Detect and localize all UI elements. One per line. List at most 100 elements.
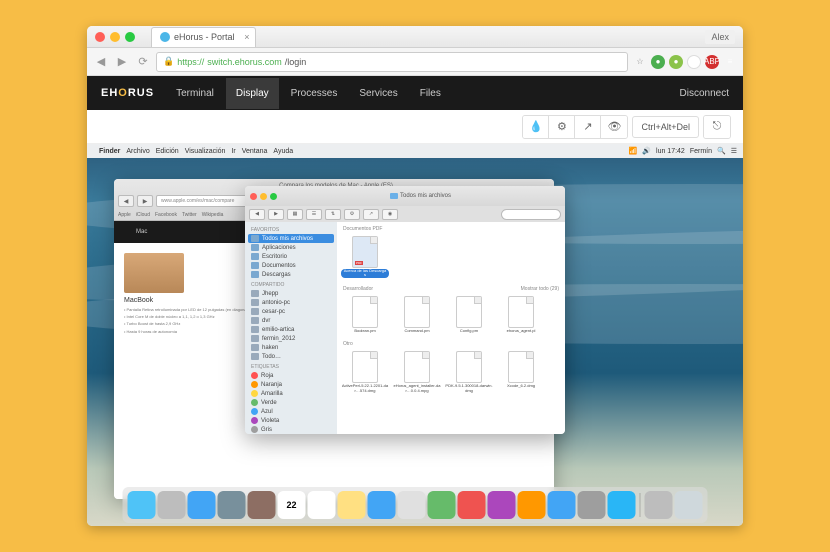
nav-files[interactable]: Files <box>410 78 451 109</box>
share-button[interactable]: ↗ <box>575 116 601 138</box>
sidebar-tag[interactable]: Roja <box>245 371 337 380</box>
file-item[interactable]: Acerca de las Descargas <box>341 236 389 278</box>
forward-button[interactable]: ▶ <box>268 209 284 220</box>
bookmark[interactable]: Facebook <box>155 212 177 218</box>
nav-processes[interactable]: Processes <box>281 78 348 109</box>
ink-button[interactable]: 💧 <box>523 116 549 138</box>
share-button[interactable]: ↗ <box>363 209 379 220</box>
file-item[interactable]: ehorus_agent.pl <box>497 296 545 333</box>
sidebar-item[interactable]: Jhepp <box>245 289 337 298</box>
search-input[interactable] <box>501 209 561 220</box>
minimize-icon[interactable] <box>260 193 267 200</box>
logout-button[interactable]: ⎋ <box>704 116 730 138</box>
dock-appstore[interactable] <box>548 491 576 519</box>
sidebar-item[interactable]: Descargas <box>245 270 337 279</box>
menu-item[interactable]: Ayuda <box>273 148 293 155</box>
sidebar-item[interactable]: haken <box>245 343 337 352</box>
bookmark[interactable]: Apple <box>118 212 131 218</box>
close-icon[interactable] <box>95 32 105 42</box>
sidebar-tag[interactable]: Gris <box>245 425 337 434</box>
bookmark[interactable]: Twitter <box>182 212 197 218</box>
star-icon[interactable]: ☆ <box>633 55 647 69</box>
sidebar-tag[interactable]: Violeta <box>245 416 337 425</box>
sidebar-item[interactable]: emilio-artica <box>245 325 337 334</box>
dock-messages[interactable] <box>368 491 396 519</box>
menu-item[interactable]: Archivo <box>126 148 149 155</box>
menu-icon[interactable]: ≡ <box>723 55 737 69</box>
nav-display[interactable]: Display <box>226 78 279 109</box>
dock-itunes[interactable] <box>488 491 516 519</box>
menubar-user[interactable]: Fermín <box>690 148 712 155</box>
view-list-button[interactable]: ☰ <box>306 209 322 220</box>
file-item[interactable]: Xcode_6.2.dmg <box>497 351 545 393</box>
sidebar-tag[interactable]: Azul <box>245 407 337 416</box>
back-button[interactable]: ◀ <box>93 54 109 70</box>
maximize-icon[interactable] <box>125 32 135 42</box>
dock-preferences[interactable] <box>578 491 606 519</box>
remote-desktop[interactable]: Finder Archivo Edición Visualización Ir … <box>87 144 743 526</box>
dock-maps[interactable] <box>398 491 426 519</box>
dock-finder[interactable] <box>128 491 156 519</box>
sidebar-tag[interactable]: Amarilla <box>245 389 337 398</box>
sidebar-item[interactable]: fermin_2012 <box>245 334 337 343</box>
dock-mail[interactable] <box>218 491 246 519</box>
sidebar-item[interactable]: dvr <box>245 316 337 325</box>
wifi-icon[interactable]: 📶 <box>629 147 638 155</box>
search-icon[interactable]: 🔍 <box>717 147 726 155</box>
view-button[interactable]: 👁 <box>601 116 627 138</box>
show-all-link[interactable]: Mostrar todo (29) <box>521 286 559 292</box>
back-button[interactable]: ◀ <box>118 195 134 207</box>
menu-item[interactable]: Ventana <box>242 148 268 155</box>
sidebar-tag[interactable]: Naranja <box>245 380 337 389</box>
sidebar-item[interactable]: Documentos <box>245 261 337 270</box>
sidebar-tag[interactable]: Verde <box>245 398 337 407</box>
file-item[interactable]: Boolean.pm <box>341 296 389 333</box>
close-icon[interactable] <box>250 193 257 200</box>
file-item[interactable]: eHorus_agent_installer-dar…0.0.4.mpg <box>393 351 441 393</box>
dock-ibooks[interactable] <box>518 491 546 519</box>
dock-facetime[interactable] <box>428 491 456 519</box>
sidebar-item[interactable]: Escritorio <box>245 252 337 261</box>
sidebar-item[interactable]: Todos mis archivos <box>248 234 334 243</box>
dock-trash[interactable] <box>675 491 703 519</box>
ext-icon[interactable]: ● <box>669 55 683 69</box>
nav-services[interactable]: Services <box>349 78 407 109</box>
bookmark[interactable]: iCloud <box>136 212 150 218</box>
arrange-button[interactable]: ⇅ <box>325 209 341 220</box>
menu-item[interactable]: Ir <box>231 148 235 155</box>
reload-button[interactable]: ⟳ <box>135 54 151 70</box>
back-button[interactable]: ◀ <box>249 209 265 220</box>
menu-item[interactable]: Visualización <box>185 148 226 155</box>
file-item[interactable]: Config.pm <box>445 296 493 333</box>
apple-nav-item[interactable]: Mac <box>136 229 147 235</box>
volume-icon[interactable]: 🔊 <box>642 147 651 155</box>
settings-button[interactable]: ⚙ <box>549 116 575 138</box>
disconnect-button[interactable]: Disconnect <box>680 88 729 99</box>
sidebar-item[interactable]: cesar-pc <box>245 307 337 316</box>
sidebar-item[interactable]: antonio-pc <box>245 298 337 307</box>
abp-icon[interactable]: ABP <box>705 55 719 69</box>
dock-safari[interactable] <box>188 491 216 519</box>
dock-downloads[interactable] <box>645 491 673 519</box>
file-item[interactable]: ActivePerl-5.22.1.2201-dar…574.dmg <box>341 351 389 393</box>
minimize-icon[interactable] <box>110 32 120 42</box>
dock-reminders[interactable] <box>308 491 336 519</box>
menu-item[interactable]: Edición <box>156 148 179 155</box>
url-input[interactable]: 🔒 https://switch.ehorus.com/login <box>156 52 628 72</box>
clock[interactable]: lun 17:42 <box>656 148 685 155</box>
file-item[interactable]: Command.pm <box>393 296 441 333</box>
view-icons-button[interactable]: ▦ <box>287 209 303 220</box>
action-button[interactable]: ⚙ <box>344 209 360 220</box>
nav-terminal[interactable]: Terminal <box>166 78 224 109</box>
menubar-app[interactable]: Finder <box>99 148 120 155</box>
ctrl-alt-del-button[interactable]: Ctrl+Alt+Del <box>632 116 699 138</box>
dock-photobooth[interactable] <box>458 491 486 519</box>
browser-tab[interactable]: eHorus - Portal <box>151 27 256 47</box>
dock-ehorus[interactable] <box>608 491 636 519</box>
bookmark[interactable]: Wikipedia <box>202 212 224 218</box>
gmail-icon[interactable]: M <box>687 55 701 69</box>
tags-button[interactable]: ◉ <box>382 209 398 220</box>
forward-button[interactable]: ▶ <box>137 195 153 207</box>
dock-contacts[interactable] <box>248 491 276 519</box>
file-item[interactable]: PDK-9.5.1.300018-darwin.dmg <box>445 351 493 393</box>
